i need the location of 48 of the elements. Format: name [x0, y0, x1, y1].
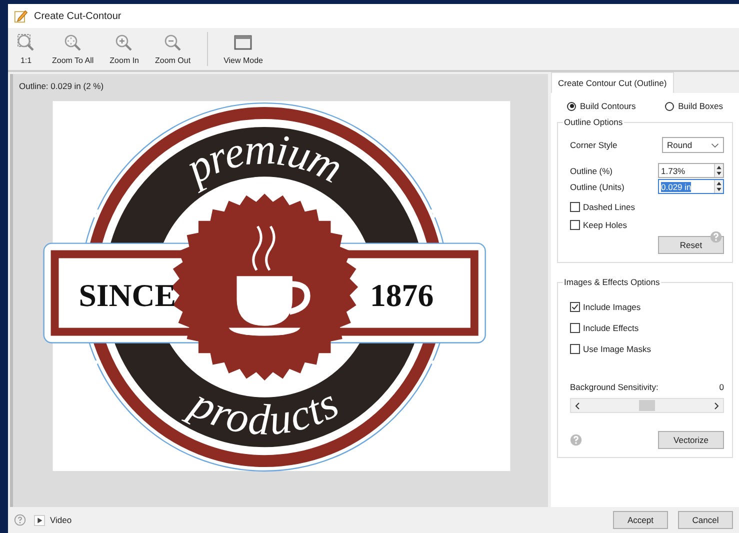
zoom-out-icon	[162, 33, 183, 53]
window-title: Create Cut-Contour	[34, 10, 122, 22]
video-link[interactable]: Video	[34, 514, 72, 526]
toolbar-button[interactable]: 1:1	[8, 28, 44, 70]
panel-tab[interactable]: Create Contour Cut (Outline)	[551, 72, 674, 93]
magnifier-icon	[62, 33, 83, 53]
spinner-arrows-icon[interactable]	[714, 164, 723, 177]
logo-top-text: premium	[178, 125, 350, 193]
pencil-icon	[14, 9, 28, 23]
reset-button[interactable]: Reset	[658, 236, 724, 254]
vectorize-button[interactable]: Vectorize	[658, 431, 724, 449]
checkbox-option[interactable]: Use Image Masks	[570, 344, 652, 354]
zoom-in-icon	[114, 33, 134, 53]
magnifier-icon	[16, 33, 36, 53]
check-icon	[571, 303, 579, 311]
field-label: Outline (%)	[570, 166, 613, 176]
radio-option[interactable]: Build Contours	[567, 101, 636, 111]
toolbar-button[interactable]: View Mode	[216, 28, 272, 70]
window-icon	[233, 33, 254, 53]
sensitivity-label: Background Sensitivity:	[570, 382, 658, 392]
outline-status: Outline: 0.029 in (2 %)	[18, 80, 105, 91]
group-title: Images & Effects Options	[563, 277, 661, 287]
toolbar-button[interactable]: Zoom Out	[147, 28, 199, 70]
corner-style-dropdown[interactable]: Round	[662, 137, 724, 153]
outline-units-field[interactable]: 0.029 in	[658, 179, 724, 194]
field-label: Corner Style	[570, 140, 618, 150]
help-icon[interactable]	[14, 514, 26, 526]
checkbox-option[interactable]: Dashed Lines	[570, 202, 635, 212]
slider-thumb[interactable]	[639, 400, 655, 411]
logo-left-text: SINCE	[78, 278, 176, 313]
outline-percent-field[interactable]: 1.73%	[658, 163, 724, 178]
logo-right-text: 1876	[370, 278, 434, 313]
toolbar-button[interactable]: Zoom To All	[44, 28, 102, 70]
field-label: Outline (Units)	[570, 182, 624, 192]
play-icon	[34, 514, 45, 526]
checkbox-option[interactable]: Include Effects	[570, 323, 639, 333]
checkbox-option[interactable]: Include Images	[570, 302, 641, 312]
dialog-button[interactable]: Accept	[613, 511, 668, 529]
checkbox-option[interactable]: Keep Holes	[570, 220, 627, 230]
group-title: Outline Options	[563, 117, 624, 127]
dialog-button[interactable]: Cancel	[678, 511, 733, 529]
chevron-icon	[711, 142, 719, 148]
spinner-arrows-icon[interactable]	[714, 180, 723, 193]
help-icon[interactable]	[570, 434, 582, 446]
logo-bottom-text: products	[183, 379, 346, 445]
radio-option[interactable]: Build Boxes	[665, 101, 723, 111]
sensitivity-reading: 0	[719, 382, 724, 392]
toolbar-button[interactable]: Zoom In	[102, 28, 147, 70]
